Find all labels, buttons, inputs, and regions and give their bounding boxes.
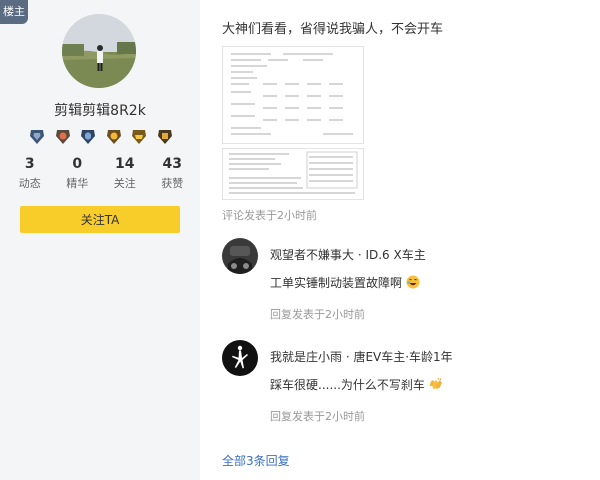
- stat-label: 精华: [66, 177, 89, 190]
- stat-number: 14: [115, 156, 135, 172]
- stat-following[interactable]: 14 关注: [105, 156, 145, 191]
- stat-label: 获赞: [161, 177, 184, 190]
- reply-author[interactable]: 我就是庄小雨 · 唐EV车主·车龄1年: [270, 348, 453, 365]
- medal-1-icon[interactable]: [28, 128, 46, 146]
- reply-text: 工单实锤制动装置故障啊: [270, 274, 420, 291]
- stat-essence[interactable]: 0 精华: [57, 156, 97, 191]
- stat-number: 0: [72, 156, 83, 172]
- author-stats: 3 动态 0 精华 14 关注 43 获赞: [6, 156, 196, 191]
- medal-4-icon[interactable]: [105, 128, 123, 146]
- reply-avatar[interactable]: [222, 340, 258, 376]
- author-avatar[interactable]: [62, 14, 136, 88]
- medal-2-icon[interactable]: [54, 128, 72, 146]
- reply-avatar[interactable]: [222, 238, 258, 274]
- invoice-image[interactable]: [222, 148, 364, 200]
- medal-5-icon[interactable]: [130, 128, 148, 146]
- author-username[interactable]: 剪辑剪辑8R2k: [0, 100, 200, 120]
- laughing-emoji-icon: [406, 275, 420, 289]
- stat-label: 关注: [113, 177, 136, 190]
- clapping-emoji-icon: [429, 377, 443, 391]
- all-replies-link[interactable]: 全部3条回复: [222, 452, 290, 469]
- medal-3-icon[interactable]: [79, 128, 97, 146]
- stat-posts[interactable]: 3 动态: [10, 156, 50, 191]
- reply-text-body: 工单实锤制动装置故障啊: [270, 276, 403, 290]
- reply-text: 踩车很硬......为什么不写刹车: [270, 376, 443, 393]
- stat-likes[interactable]: 43 获赞: [152, 156, 192, 191]
- reply-timestamp[interactable]: 回复发表于2小时前: [270, 306, 365, 322]
- reply-author[interactable]: 观望者不嫌事大 · ID.6 X车主: [270, 246, 426, 263]
- medal-row: [28, 128, 174, 148]
- follow-button[interactable]: 关注TA: [20, 206, 180, 233]
- reply-timestamp[interactable]: 回复发表于2小时前: [270, 408, 365, 424]
- post-text: 大神们看看，省得说我骗人，不会开车: [222, 22, 444, 37]
- author-sidebar: 楼主 剪辑剪辑8R2k 3 动态 0 精华 14 关注 43 获赞 关注TA: [0, 0, 200, 480]
- post-timestamp: 评论发表于2小时前: [222, 209, 317, 222]
- owner-badge: 楼主: [0, 0, 28, 24]
- work-order-image[interactable]: [222, 46, 364, 144]
- reply-text-body: 踩车很硬......为什么不写刹车: [270, 378, 425, 392]
- stat-label: 动态: [18, 177, 41, 190]
- medal-6-icon[interactable]: [156, 128, 174, 146]
- stat-number: 3: [24, 156, 35, 172]
- stat-number: 43: [162, 156, 182, 172]
